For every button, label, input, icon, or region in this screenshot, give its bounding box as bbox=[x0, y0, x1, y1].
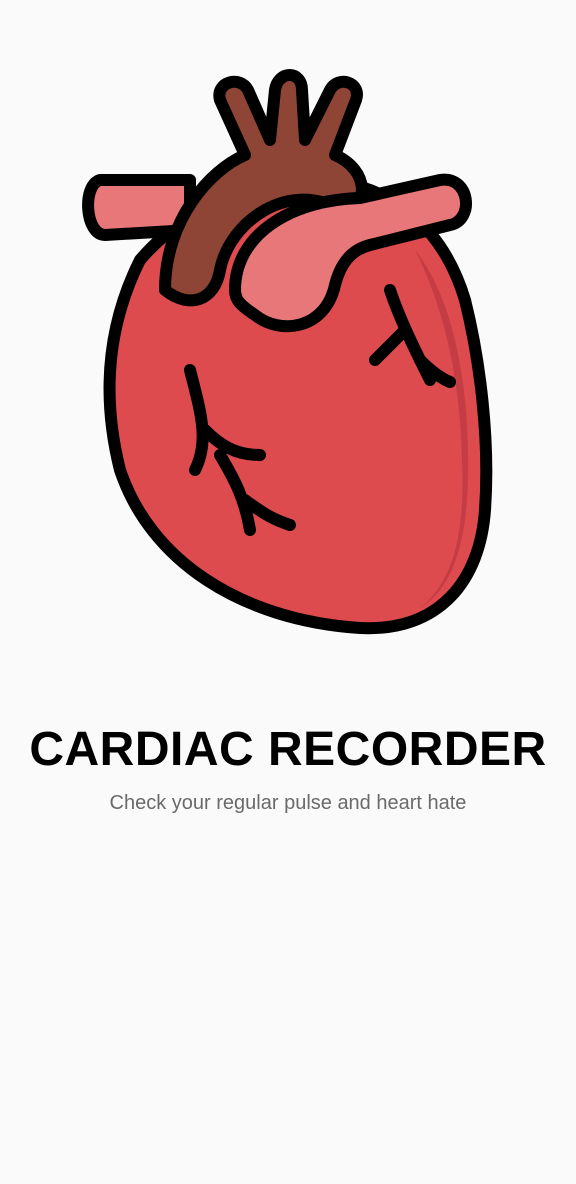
heart-icon bbox=[82, 69, 493, 635]
splash-screen: CARDIAC RECORDER Check your regular puls… bbox=[0, 0, 576, 1184]
app-subtitle: Check your regular pulse and heart hate bbox=[109, 792, 467, 814]
app-title: CARDIAC RECORDER bbox=[29, 723, 547, 776]
